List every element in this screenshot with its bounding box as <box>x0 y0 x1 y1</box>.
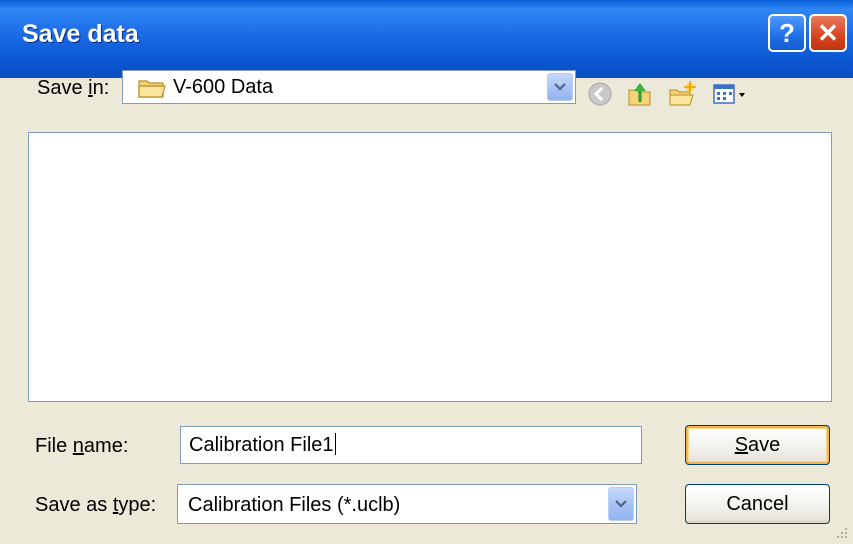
dialog-title: Save data <box>22 20 139 48</box>
save-button-accel: S <box>734 433 749 456</box>
file-name-value: Calibration File1 <box>189 434 334 456</box>
file-name-label-accel: n <box>72 435 84 457</box>
save-in-value: V-600 Data <box>173 76 274 98</box>
save-in-dropdown[interactable]: V-600 Data <box>122 70 576 104</box>
save-as-type-label: Save as type: <box>35 494 156 517</box>
save-as-type-value: Calibration Files (*.uclb) <box>188 494 401 516</box>
file-name-label-suffix: ame: <box>83 435 129 457</box>
save-as-type-dropdown-button[interactable] <box>608 487 634 521</box>
file-name-label: File name: <box>35 435 128 458</box>
file-list[interactable] <box>28 132 832 402</box>
save-data-dialog: Save data ? ✕ Save in: V-600 Data File n… <box>0 0 853 544</box>
save-in-label-suffix: n: <box>92 77 110 99</box>
title-bar[interactable]: Save data ? ✕ <box>0 0 853 78</box>
folder-icon <box>138 80 166 98</box>
save-button-label: ave <box>748 433 781 456</box>
cancel-button-label: Cancel <box>726 492 789 515</box>
resize-grip-icon[interactable] <box>835 526 849 540</box>
save-as-type-dropdown[interactable]: Calibration Files (*.uclb) <box>177 484 637 524</box>
chevron-down-icon <box>554 83 566 91</box>
close-icon: ✕ <box>817 17 839 48</box>
file-name-input[interactable]: Calibration File1 <box>180 426 642 464</box>
help-icon: ? <box>779 17 795 48</box>
text-caret <box>334 433 336 455</box>
save-in-label: Save in: <box>37 77 109 100</box>
save-as-type-label-prefix: Save as <box>35 494 113 516</box>
save-button[interactable]: Save <box>685 425 830 465</box>
views-menu-icon[interactable] <box>712 80 752 108</box>
save-in-label-prefix: Save <box>37 77 89 99</box>
save-in-dropdown-button[interactable] <box>547 73 573 101</box>
new-folder-icon[interactable] <box>668 80 696 108</box>
cancel-button[interactable]: Cancel <box>685 484 830 524</box>
back-icon[interactable] <box>586 80 614 108</box>
close-button[interactable]: ✕ <box>809 14 847 52</box>
help-button[interactable]: ? <box>768 14 806 52</box>
save-as-type-label-suffix: ype: <box>118 494 157 516</box>
up-folder-icon[interactable] <box>626 80 654 108</box>
chevron-down-icon <box>615 500 627 508</box>
file-name-label-prefix: File <box>35 435 73 457</box>
